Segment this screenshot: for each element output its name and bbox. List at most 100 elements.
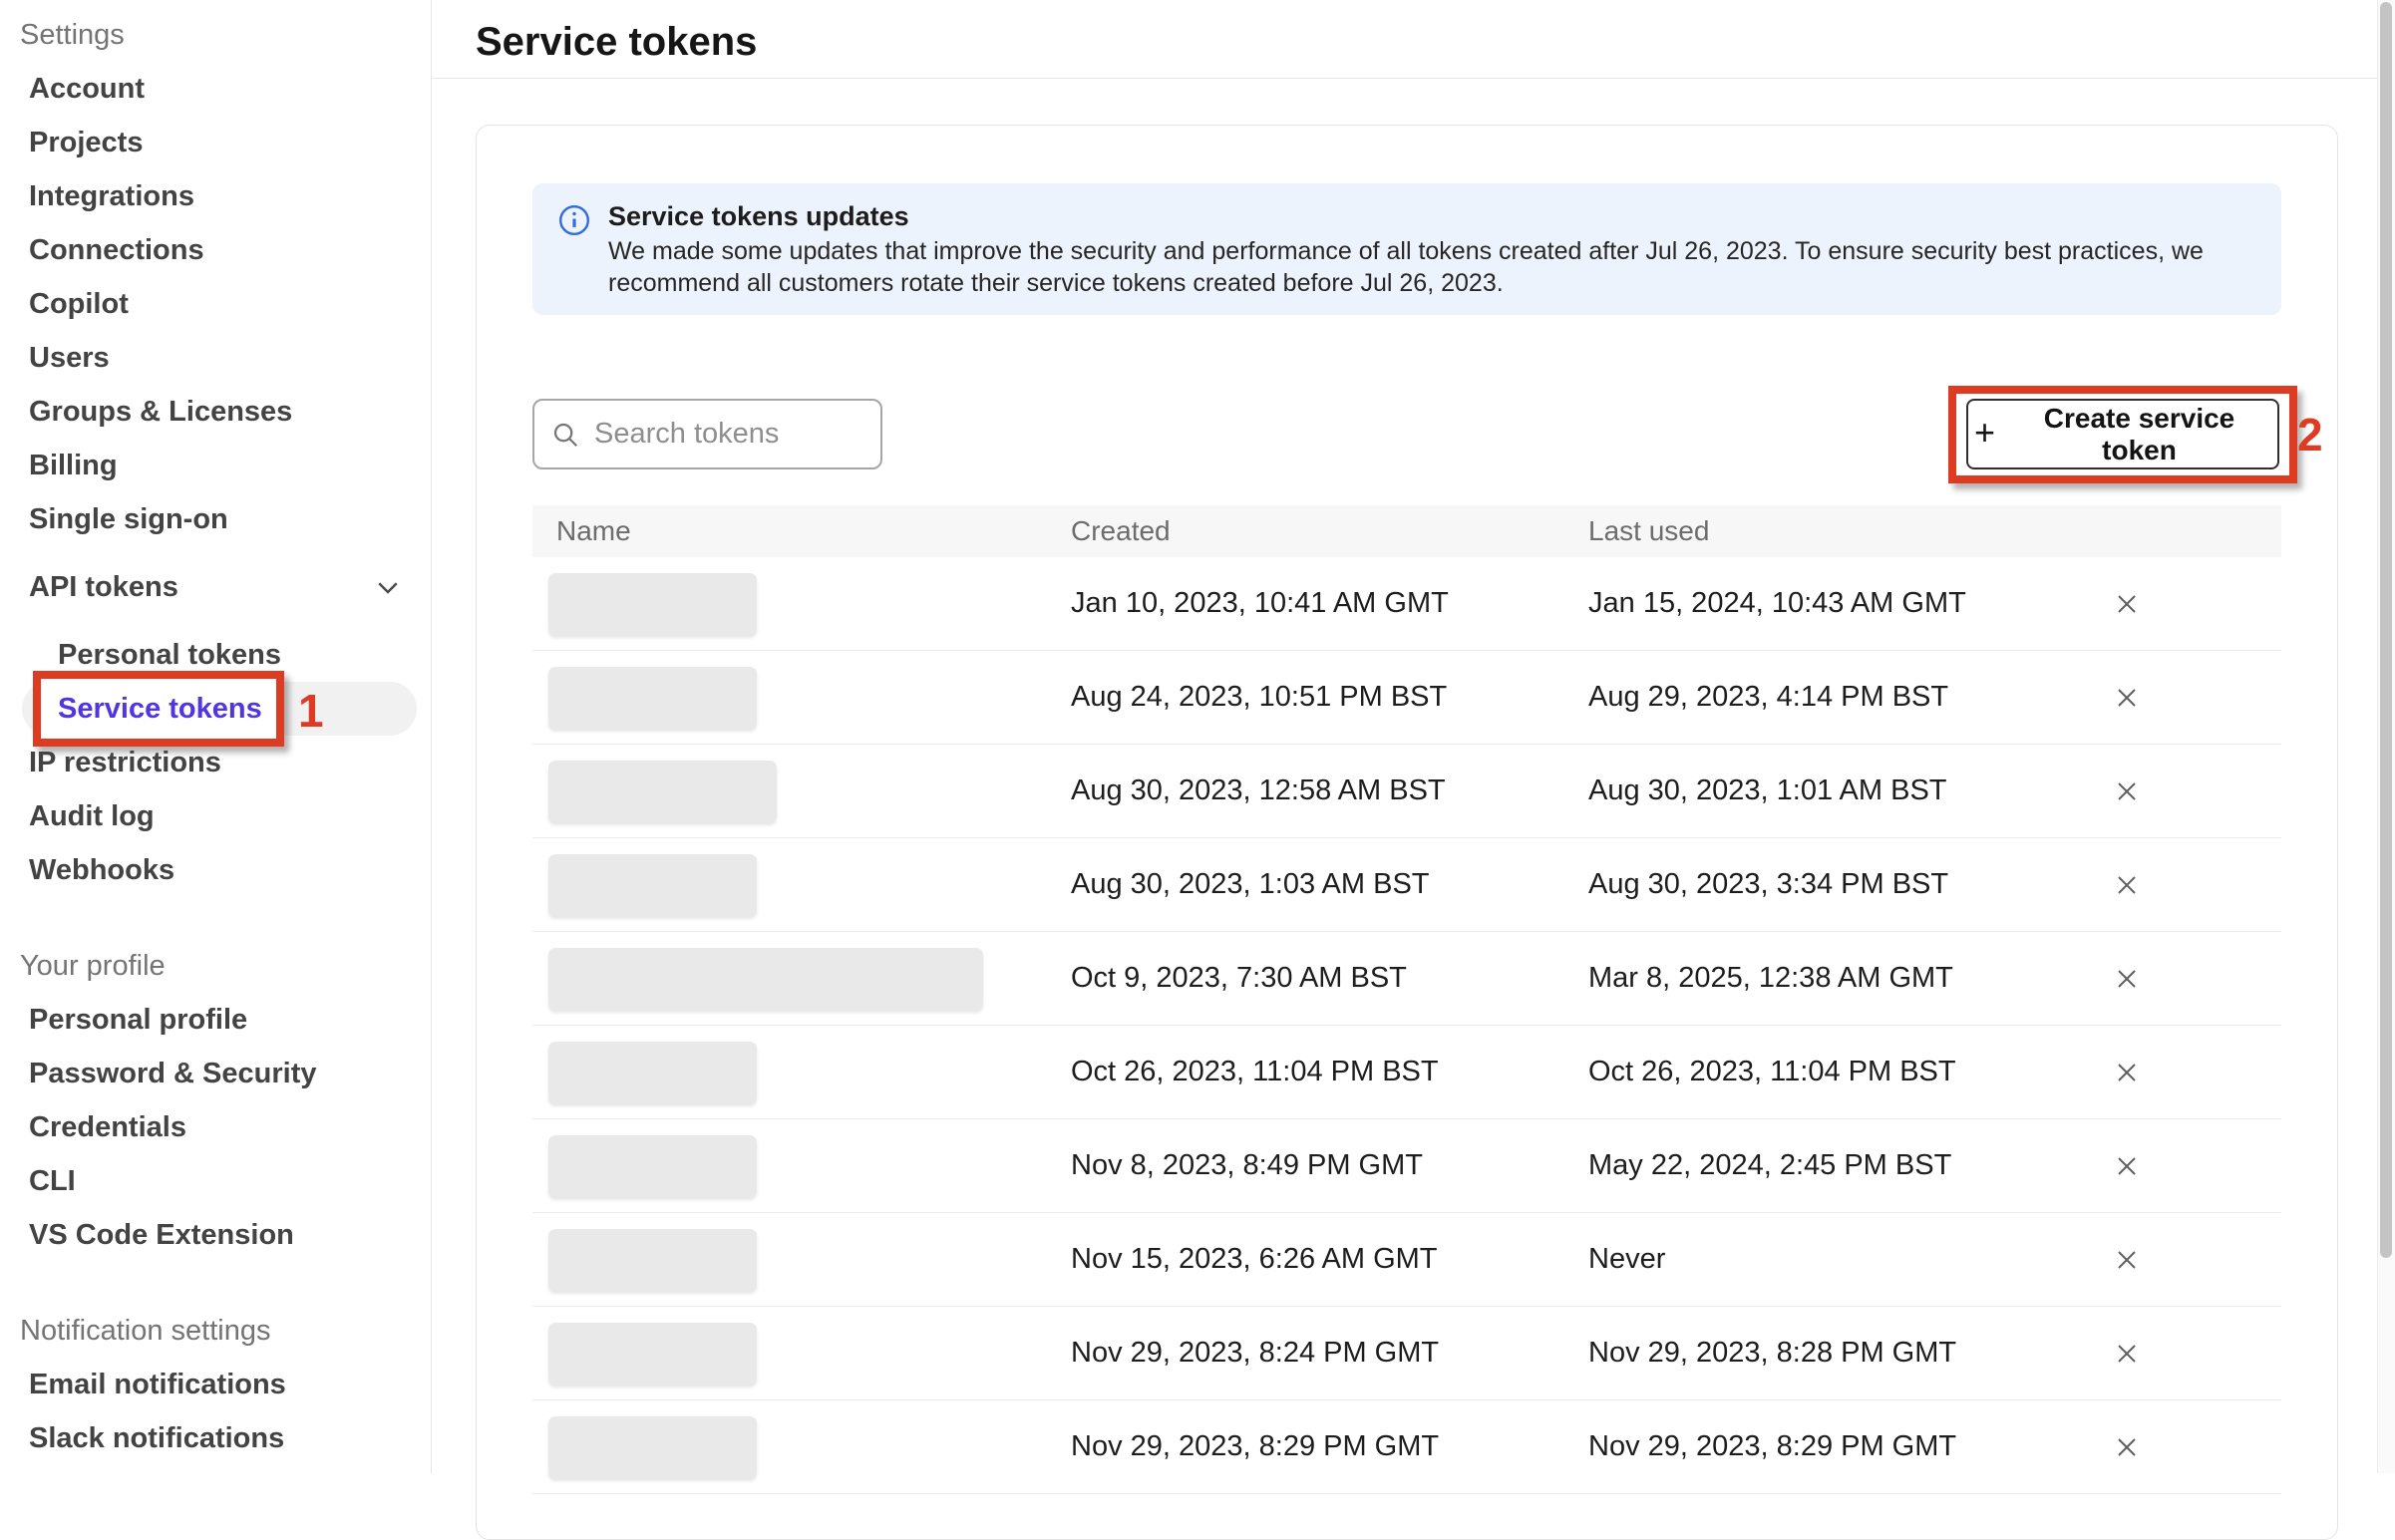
delete-token-button[interactable] [2106,958,2148,1000]
info-banner-text: Service tokens updates We made some upda… [608,199,2243,299]
info-banner-body: We made some updates that improve the se… [608,235,2243,299]
main-content: Service tokens Service tokens updates We… [432,0,2395,1540]
token-name-placeholder [548,761,777,822]
sidebar-item-label: Groups & Licenses [29,396,292,429]
token-name-placeholder [548,1323,757,1385]
create-button-label: Create service token [2007,403,2271,466]
last-used-cell: Nov 29, 2023, 8:29 PM GMT [1588,1430,2067,1463]
created-cell: Aug 30, 2023, 1:03 AM BST [1071,868,1588,901]
column-header-created: Created [1071,515,1588,547]
sidebar-item-vs-code-extension[interactable]: VS Code Extension [20,1208,431,1262]
info-banner-title: Service tokens updates [608,199,2243,233]
sidebar-item-label: Users [29,342,110,375]
sidebar-item-projects[interactable]: Projects [20,116,431,169]
sidebar-item-email-notifications[interactable]: Email notifications [20,1358,431,1411]
search-input[interactable] [592,417,864,452]
close-icon [2112,1245,2142,1275]
delete-token-button[interactable] [2106,864,2148,906]
sidebar-item-label: Billing [29,450,118,482]
sidebar-item-label: Personal tokens [58,639,281,672]
last-used-cell: Oct 26, 2023, 11:04 PM BST [1588,1056,2067,1088]
close-icon [2112,870,2142,900]
sidebar-item-cli[interactable]: CLI [20,1154,431,1208]
sidebar-section-settings: SettingsAccountProjectsIntegrationsConne… [20,8,431,897]
sidebar-item-label: Integrations [29,180,194,213]
table-toolbar: + Create service token 2 [532,399,2281,469]
sidebar-item-label: Personal profile [29,1004,247,1037]
sidebar-item-integrations[interactable]: Integrations [20,169,431,223]
sidebar-item-label: Service tokens [58,693,262,726]
create-service-token-button[interactable]: + Create service token [1966,399,2279,469]
last-used-cell: Jan 15, 2024, 10:43 AM GMT [1588,587,2067,620]
close-icon [2112,683,2142,713]
close-icon [2112,1058,2142,1087]
sidebar-item-service-tokens[interactable]: Service tokens [22,682,417,736]
created-cell: Oct 9, 2023, 7:30 AM BST [1071,962,1588,995]
sidebar-nav: SettingsAccountProjectsIntegrationsConne… [20,8,431,1465]
annotation-label-1: 1 [298,684,324,738]
last-used-cell: Aug 30, 2023, 1:01 AM BST [1588,774,2067,807]
last-used-cell: Never [1588,1243,2067,1276]
delete-token-button[interactable] [2106,677,2148,719]
search-box [532,399,882,469]
created-cell: Aug 24, 2023, 10:51 PM BST [1071,681,1588,714]
sidebar-item-connections[interactable]: Connections [20,223,431,277]
created-cell: Jan 10, 2023, 10:41 AM GMT [1071,587,1588,620]
sidebar-item-audit-log[interactable]: Audit log [20,789,431,843]
sidebar-item-personal-tokens[interactable]: Personal tokens [20,628,431,682]
sidebar-item-webhooks[interactable]: Webhooks [20,843,431,897]
sidebar-item-billing[interactable]: Billing [20,439,431,492]
delete-token-button[interactable] [2106,1052,2148,1093]
created-cell: Aug 30, 2023, 12:58 AM BST [1071,774,1588,807]
created-cell: Nov 15, 2023, 6:26 AM GMT [1071,1243,1588,1276]
scrollbar-track[interactable] [2377,0,2395,1473]
last-used-cell: Nov 29, 2023, 8:28 PM GMT [1588,1337,2067,1370]
table-row: Oct 26, 2023, 11:04 PM BSTOct 26, 2023, … [532,1026,2281,1119]
table-row: Nov 29, 2023, 8:29 PM GMTNov 29, 2023, 8… [532,1400,2281,1494]
token-name-placeholder [548,1229,757,1291]
sidebar-item-groups-licenses[interactable]: Groups & Licenses [20,385,431,439]
column-header-name: Name [532,515,1071,547]
sidebar-item-credentials[interactable]: Credentials [20,1100,431,1154]
sidebar-item-label: API tokens [29,571,178,604]
title-divider [432,78,2395,79]
last-used-cell: May 22, 2024, 2:45 PM BST [1588,1149,2067,1182]
sidebar-item-account[interactable]: Account [20,62,431,116]
close-icon [2112,776,2142,806]
token-name-placeholder [548,1416,757,1478]
token-name-placeholder [548,1042,757,1103]
close-icon [2112,1432,2142,1462]
created-cell: Nov 29, 2023, 8:24 PM GMT [1071,1337,1588,1370]
sidebar-item-copilot[interactable]: Copilot [20,277,431,331]
table-row: Aug 30, 2023, 12:58 AM BSTAug 30, 2023, … [532,745,2281,838]
delete-token-button[interactable] [2106,1426,2148,1468]
created-cell: Nov 8, 2023, 8:49 PM GMT [1071,1149,1588,1182]
sidebar-item-users[interactable]: Users [20,331,431,385]
sidebar-item-password-security[interactable]: Password & Security [20,1047,431,1100]
delete-token-button[interactable] [2106,583,2148,625]
table-row: Nov 8, 2023, 8:49 PM GMTMay 22, 2024, 2:… [532,1119,2281,1213]
created-cell: Nov 29, 2023, 8:29 PM GMT [1071,1430,1588,1463]
sidebar-section-your-profile: Your profilePersonal profilePassword & S… [20,939,431,1262]
delete-token-button[interactable] [2106,1145,2148,1187]
annotation-label-2: 2 [2297,408,2323,462]
sidebar-item-single-sign-on[interactable]: Single sign-on [20,492,431,546]
sidebar-item-ip-restrictions[interactable]: IP restrictions [20,736,431,789]
column-header-last-used: Last used [1588,515,2067,547]
delete-token-button[interactable] [2106,1333,2148,1375]
sidebar-item-label: Webhooks [29,854,174,887]
sidebar-item-personal-profile[interactable]: Personal profile [20,993,431,1047]
sidebar-item-label: Credentials [29,1111,186,1144]
table-row: Oct 9, 2023, 7:30 AM BSTMar 8, 2025, 12:… [532,932,2281,1026]
sidebar-section-header-notification-settings: Notification settings [20,1304,431,1358]
scrollbar-thumb[interactable] [2380,2,2392,1258]
sidebar-item-slack-notifications[interactable]: Slack notifications [20,1411,431,1465]
delete-token-button[interactable] [2106,770,2148,812]
create-button-wrap: + Create service token 2 [1966,399,2279,469]
sidebar-item-label: Copilot [29,288,129,321]
sidebar-item-api-tokens[interactable]: API tokens [20,560,431,614]
table-row: Aug 30, 2023, 1:03 AM BSTAug 30, 2023, 3… [532,838,2281,932]
delete-token-button[interactable] [2106,1239,2148,1281]
chevron-down-icon [373,572,403,602]
table-header-row: Name Created Last used [532,505,2281,557]
